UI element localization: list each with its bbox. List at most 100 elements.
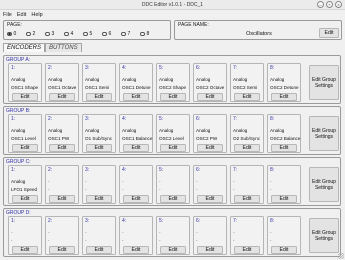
slot-edit-button[interactable]: Edit bbox=[86, 93, 112, 101]
slot-edit-button[interactable]: Edit bbox=[271, 144, 297, 152]
menu-bar: File Edit Help bbox=[0, 10, 345, 19]
menu-file[interactable]: File bbox=[3, 12, 12, 18]
slot-edit-button[interactable]: Edit bbox=[234, 246, 260, 254]
slot-edit-button[interactable]: Edit bbox=[123, 246, 149, 254]
group-settings-button[interactable]: Edit Group Settings bbox=[309, 167, 339, 202]
page-radio-8[interactable]: 8 bbox=[140, 31, 159, 37]
radio-icon[interactable] bbox=[140, 31, 145, 37]
slot-number: 2: bbox=[48, 167, 53, 173]
slot-edit-button[interactable]: Edit bbox=[271, 93, 297, 101]
slot-edit-button[interactable]: Edit bbox=[271, 246, 297, 254]
slot-edit-button[interactable]: Edit bbox=[12, 195, 38, 203]
slot-edit-button[interactable]: Edit bbox=[49, 144, 75, 152]
slot-name: OSC2 Level bbox=[159, 136, 184, 141]
slot-number: 4: bbox=[122, 167, 127, 173]
slot-edit-button[interactable]: Edit bbox=[12, 93, 38, 101]
radio-icon[interactable] bbox=[7, 31, 12, 37]
group-b: GROUP B: 1: Analog OSC1 Level Edit 2: Analog OS… bbox=[3, 106, 341, 155]
tab-buttons[interactable]: BUTTONS bbox=[45, 43, 82, 52]
slot-edit-button[interactable]: Edit bbox=[49, 195, 75, 203]
slot-type: - bbox=[270, 230, 272, 235]
slot-name: - bbox=[48, 187, 50, 192]
encoder-slot: 3: Analog O1 Sub/Sync Edit bbox=[82, 114, 116, 153]
radio-icon[interactable] bbox=[64, 31, 69, 37]
slot-edit-button[interactable]: Edit bbox=[197, 144, 223, 152]
slot-number: 4: bbox=[122, 218, 127, 224]
slot-name: - bbox=[270, 238, 272, 243]
slot-edit-button[interactable]: Edit bbox=[160, 93, 186, 101]
slot-name: - bbox=[270, 187, 272, 192]
slot-type: Analog bbox=[196, 128, 211, 133]
page-radio-7[interactable]: 7 bbox=[121, 31, 140, 37]
encoder-slot: 2: - - Edit bbox=[45, 216, 79, 255]
slot-number: 6: bbox=[196, 218, 201, 224]
slot-name: OSC2 PW bbox=[196, 136, 218, 141]
page-radio-2[interactable]: 2 bbox=[26, 31, 45, 37]
slot-edit-button[interactable]: Edit bbox=[160, 144, 186, 152]
slot-number: 6: bbox=[196, 167, 201, 173]
radio-icon[interactable] bbox=[26, 31, 31, 37]
page-radio-5[interactable]: 5 bbox=[83, 31, 102, 37]
group-settings-button[interactable]: Edit Group Settings bbox=[309, 116, 339, 151]
slot-edit-button[interactable]: Edit bbox=[123, 144, 149, 152]
radio-icon[interactable] bbox=[83, 31, 88, 37]
minimize-icon[interactable]: – bbox=[317, 1, 324, 8]
slot-number: 7: bbox=[233, 218, 238, 224]
slot-type: Analog bbox=[48, 77, 63, 82]
radio-icon[interactable] bbox=[102, 31, 107, 37]
slot-edit-button[interactable]: Edit bbox=[160, 195, 186, 203]
slot-edit-button[interactable]: Edit bbox=[86, 195, 112, 203]
slot-number: 2: bbox=[48, 116, 53, 122]
slot-edit-button[interactable]: Edit bbox=[86, 246, 112, 254]
slot-edit-button[interactable]: Edit bbox=[197, 195, 223, 203]
slot-edit-button[interactable]: Edit bbox=[234, 195, 260, 203]
slot-type: - bbox=[48, 179, 50, 184]
slot-edit-button[interactable]: Edit bbox=[160, 246, 186, 254]
page-name-edit-button[interactable]: Edit bbox=[319, 28, 339, 38]
tab-bar: ENCODERS BUTTONS bbox=[3, 43, 82, 52]
slot-name: - bbox=[85, 238, 87, 243]
slot-name: OSC2 Shape bbox=[159, 85, 187, 90]
slot-edit-button[interactable]: Edit bbox=[234, 93, 260, 101]
slot-edit-button[interactable]: Edit bbox=[271, 195, 297, 203]
slot-edit-button[interactable]: Edit bbox=[123, 93, 149, 101]
page-radio-group: 0 2 3 4 5 6 7 8 bbox=[7, 31, 159, 37]
close-icon[interactable]: × bbox=[335, 1, 342, 8]
menu-help[interactable]: Help bbox=[31, 12, 42, 18]
page-radio-6[interactable]: 6 bbox=[102, 31, 121, 37]
page-radio-3[interactable]: 3 bbox=[45, 31, 64, 37]
slot-edit-button[interactable]: Edit bbox=[49, 93, 75, 101]
encoder-slot: 6: Analog OSC2 Octave Edit bbox=[193, 63, 227, 102]
slot-edit-button[interactable]: Edit bbox=[234, 144, 260, 152]
encoder-slot: 1: - - Edit bbox=[8, 216, 42, 255]
encoder-slot: 3: - - Edit bbox=[82, 165, 116, 204]
slot-type: - bbox=[196, 230, 198, 235]
slot-edit-button[interactable]: Edit bbox=[197, 93, 223, 101]
slot-type: Analog bbox=[122, 77, 137, 82]
menu-edit[interactable]: Edit bbox=[17, 12, 26, 18]
page-radio-0[interactable]: 0 bbox=[7, 31, 26, 37]
slot-name: - bbox=[233, 238, 235, 243]
page-radio-label: 0 bbox=[13, 31, 17, 37]
slot-edit-button[interactable]: Edit bbox=[12, 144, 38, 152]
slot-edit-button[interactable]: Edit bbox=[197, 246, 223, 254]
group-settings-button[interactable]: Edit Group Settings bbox=[309, 218, 339, 253]
page-name-label: PAGE NAME: bbox=[178, 22, 209, 28]
page-name-panel: PAGE NAME: Oscillators Edit bbox=[174, 20, 342, 40]
slot-edit-button[interactable]: Edit bbox=[49, 246, 75, 254]
tab-encoders[interactable]: ENCODERS bbox=[3, 43, 46, 52]
encoder-slot: 5: - - Edit bbox=[156, 216, 190, 255]
resize-grip-icon[interactable] bbox=[338, 253, 344, 259]
encoder-slot: 3: - - Edit bbox=[82, 216, 116, 255]
slot-name: OSC1 Octave bbox=[48, 85, 77, 90]
radio-icon[interactable] bbox=[45, 31, 50, 37]
group-settings-button[interactable]: Edit Group Settings bbox=[309, 65, 339, 100]
slot-edit-button[interactable]: Edit bbox=[123, 195, 149, 203]
page-radio-4[interactable]: 4 bbox=[64, 31, 83, 37]
radio-icon[interactable] bbox=[121, 31, 126, 37]
slot-number: 5: bbox=[159, 218, 164, 224]
slot-edit-button[interactable]: Edit bbox=[12, 246, 38, 254]
slot-edit-button[interactable]: Edit bbox=[86, 144, 112, 152]
maximize-icon[interactable]: + bbox=[326, 1, 333, 8]
window-title: DDC Editor v1.0.1 - DDC_1 bbox=[141, 2, 204, 8]
